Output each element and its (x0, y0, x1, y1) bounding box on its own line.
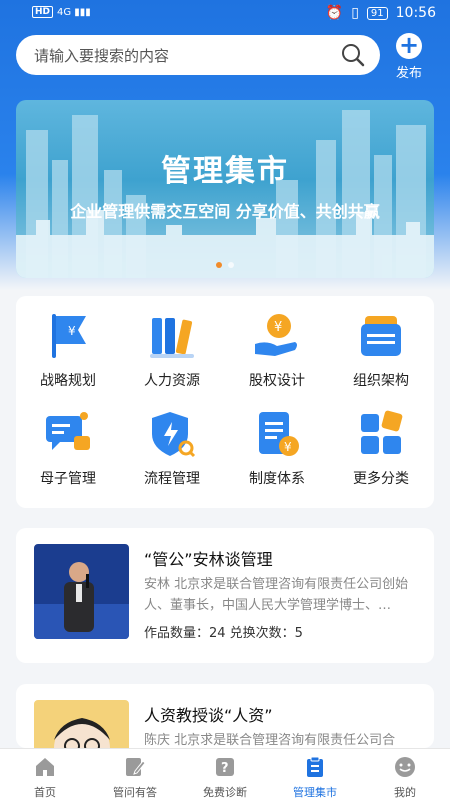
tab-market[interactable]: 管理集市 (270, 749, 360, 800)
category-label: 制度体系 (249, 471, 305, 487)
expert-photo (34, 700, 129, 748)
hd-badge: HD (32, 6, 54, 18)
expert-card[interactable]: “管公”安林谈管理 安林 北京求是联合管理咨询有限责任公司创始人、董事长，中国人… (16, 528, 434, 663)
carousel-dot-active (216, 262, 222, 268)
category-label: 战略规划 (40, 373, 96, 389)
carousel-indicator (16, 262, 434, 268)
category-hr[interactable]: 人力资源 (120, 310, 224, 390)
status-bar: HD 4G ▮▮▮ ⏰ ▯ 91 10:56 (0, 0, 450, 30)
bottom-tab-bar: 首页 管问有答 ? 免费诊断 管理集市 我的 (0, 748, 450, 800)
tab-label: 我的 (394, 786, 416, 799)
battery-icon: 91 (366, 6, 388, 20)
chat-icon (46, 412, 90, 450)
category-label: 更多分类 (353, 471, 409, 487)
search-input[interactable]: 请输入要搜索的内容 (16, 35, 380, 75)
category-org[interactable]: 组织架构 (329, 310, 433, 390)
category-grid: ¥ 战略规划 人力资源 ¥ 股权设计 组织架构 母子管理 流程管理 ¥ 制度体系… (16, 296, 434, 508)
tab-label: 首页 (34, 786, 56, 799)
tab-label: 管问有答 (113, 786, 157, 799)
svg-text:¥: ¥ (284, 440, 292, 454)
card-description: 安林 北京求是联合管理咨询有限责任公司创始人、董事长，中国人民大学管理学博士、… (144, 577, 409, 613)
tab-label: 免费诊断 (203, 786, 247, 799)
card-title: “管公”安林谈管理 (144, 550, 273, 569)
category-label: 组织架构 (353, 373, 409, 389)
category-label: 母子管理 (40, 471, 96, 487)
grid-icon (361, 410, 403, 454)
expert-card[interactable]: 人资教授谈“人资” 陈庆 北京求是联合管理咨询有限责任公司合 (16, 684, 434, 748)
smile-chat-icon (395, 757, 415, 777)
category-process[interactable]: 流程管理 (120, 408, 224, 488)
coin-hand-icon: ¥ (255, 314, 297, 356)
category-more[interactable]: 更多分类 (329, 408, 433, 488)
document-icon: ¥ (259, 412, 299, 456)
carousel-dot (228, 262, 234, 268)
clipboard-icon (307, 756, 323, 777)
card-description: 陈庆 北京求是联合管理咨询有限责任公司合 (144, 733, 396, 748)
svg-text:?: ? (221, 761, 229, 776)
tab-label: 管理集市 (293, 786, 337, 799)
network-label: 4G ▮▮▮ (57, 6, 91, 18)
search-icon[interactable] (340, 42, 366, 68)
shield-icon (152, 412, 196, 458)
card-meta: 作品数量：24 兑换次数：5 (144, 626, 303, 641)
flag-icon: ¥ (52, 314, 86, 358)
category-equity[interactable]: ¥ 股权设计 (225, 310, 329, 390)
wallet-icon (361, 316, 401, 356)
svg-text:¥: ¥ (274, 320, 282, 335)
category-parent-sub[interactable]: 母子管理 (16, 408, 120, 488)
vibrate-icon: ▯ (351, 5, 359, 21)
tab-qa[interactable]: 管问有答 (90, 749, 180, 800)
alarm-icon: ⏰ (325, 5, 344, 21)
category-system[interactable]: ¥ 制度体系 (225, 408, 329, 488)
tab-mine[interactable]: 我的 (360, 749, 450, 800)
tab-home[interactable]: 首页 (0, 749, 90, 800)
home-icon (36, 758, 54, 776)
question-icon: ? (216, 758, 234, 776)
signal-indicator: HD 4G ▮▮▮ (32, 6, 91, 18)
category-label: 流程管理 (144, 471, 200, 487)
plus-icon: + (396, 33, 422, 59)
publish-button[interactable]: + 发布 (392, 33, 426, 81)
category-label: 人力资源 (144, 373, 200, 389)
search-placeholder: 请输入要搜索的内容 (34, 46, 170, 65)
svg-text:¥: ¥ (68, 324, 76, 338)
publish-label: 发布 (395, 66, 422, 81)
banner[interactable]: 管理集市 企业管理供需交互空间 分享价值、共创共赢 (16, 100, 434, 278)
category-strategy[interactable]: ¥ 战略规划 (16, 310, 120, 390)
expert-photo (34, 544, 129, 639)
card-title: 人资教授谈“人资” (144, 706, 273, 725)
category-label: 股权设计 (249, 373, 305, 389)
banner-title: 管理集市 (161, 154, 289, 189)
books-icon (150, 318, 194, 358)
edit-icon (126, 758, 146, 776)
tab-diagnosis[interactable]: ? 免费诊断 (180, 749, 270, 800)
banner-subtitle: 企业管理供需交互空间 分享价值、共创共赢 (70, 202, 380, 221)
clock: 10:56 (395, 5, 436, 21)
